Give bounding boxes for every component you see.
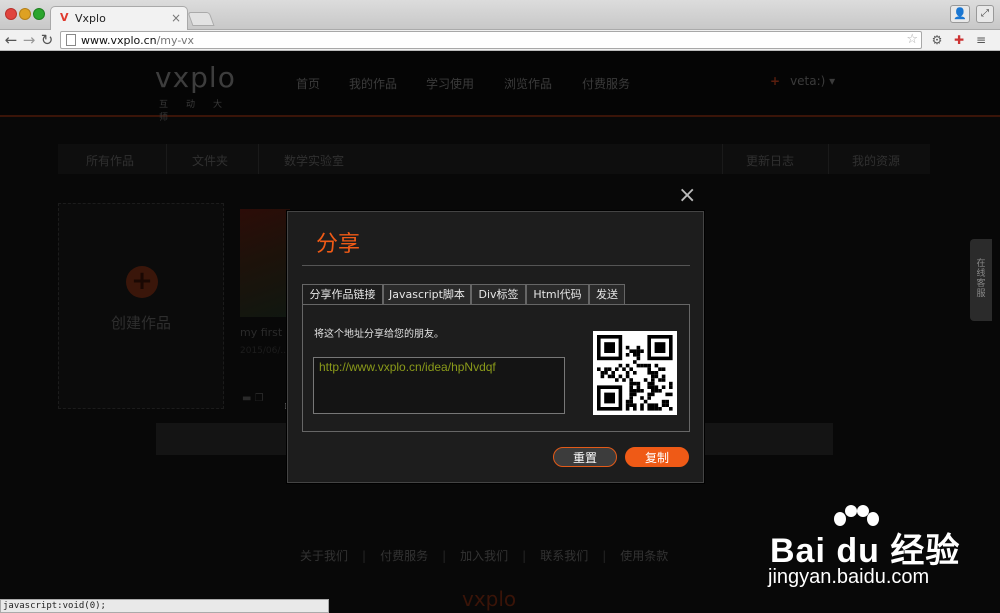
new-tab-button[interactable]: [187, 12, 215, 26]
site-logo[interactable]: vxplo 互动大师: [155, 61, 257, 123]
page-icon: [66, 34, 76, 46]
nav-home[interactable]: 首页: [296, 75, 320, 92]
status-bar: javascript:void(0);: [0, 599, 329, 613]
divider: [302, 265, 690, 266]
person-icon: 👤: [953, 7, 967, 20]
sub-nav: 所有作品 文件夹 数学实验室 更新日志 我的资源: [58, 144, 930, 174]
copy-icon[interactable]: ❐: [255, 393, 264, 404]
tab-share-link[interactable]: 分享作品链接: [302, 284, 383, 304]
user-name: veta:): [790, 74, 826, 88]
work-thumbnail[interactable]: [240, 209, 290, 317]
subnav-folder[interactable]: 文件夹: [192, 152, 228, 169]
work-date: 2015/06/...: [240, 346, 290, 356]
browser-toolbar: ← → ↻ www.vxplo.cn/my-vx ☆ ⚙ ✚ ≡: [0, 30, 1000, 51]
browser-tab-bar: V Vxplo × 👤 ⤢: [0, 0, 1000, 30]
share-link-text: http://www.vxplo.cn/idea/hpNvdqf: [319, 360, 496, 374]
add-circle-icon: +: [126, 266, 158, 298]
menu-icon[interactable]: ≡: [974, 33, 988, 47]
forward-arrow-icon[interactable]: →: [20, 31, 38, 49]
bookmark-star-icon[interactable]: ☆: [906, 32, 918, 47]
nav-my-works[interactable]: 我的作品: [349, 75, 397, 92]
footer-about[interactable]: 关于我们: [300, 549, 348, 563]
subnav-math-lab[interactable]: 数学实验室: [284, 152, 344, 169]
vxplo-favicon-icon: V: [60, 11, 69, 24]
fullscreen-icon[interactable]: ⤢: [976, 5, 994, 23]
subnav-changelog[interactable]: 更新日志: [746, 152, 794, 169]
browser-tab[interactable]: V Vxplo ×: [50, 6, 188, 30]
work-actions: ▬ ❐: [242, 393, 264, 404]
online-support-tab[interactable]: 在线客服: [970, 239, 992, 321]
footer-contact[interactable]: 联系我们: [540, 549, 588, 563]
nav-learn[interactable]: 学习使用: [426, 75, 474, 92]
url-text: www.vxplo.cn/my-vx: [81, 34, 195, 47]
footer-paid[interactable]: 付费服务: [380, 549, 428, 563]
zoom-window-button[interactable]: [33, 8, 45, 20]
site-header: vxplo 互动大师 首页 我的作品 学习使用 浏览作品 付费服务 + veta:…: [0, 51, 1000, 123]
subnav-my-resources[interactable]: 我的资源: [852, 152, 900, 169]
close-window-button[interactable]: [5, 8, 17, 20]
address-bar[interactable]: www.vxplo.cn/my-vx ☆: [60, 31, 922, 49]
dialog-title: 分享: [316, 232, 361, 257]
create-work-card[interactable]: + 创建作品: [58, 203, 224, 409]
tab-send[interactable]: 发送: [589, 284, 625, 304]
reset-button[interactable]: 重置: [553, 447, 617, 467]
reload-icon[interactable]: ↻: [38, 31, 56, 49]
folder-icon[interactable]: ▬: [242, 393, 251, 404]
share-link-field[interactable]: http://www.vxplo.cn/idea/hpNvdqf: [313, 357, 565, 414]
share-hint: 将这个地址分享给您的朋友。: [314, 329, 444, 340]
watermark-url: jingyan.baidu.com: [768, 566, 930, 588]
work-title[interactable]: my first p: [240, 326, 293, 339]
extension-puzzle-icon[interactable]: ✚: [952, 33, 966, 47]
subnav-all-works[interactable]: 所有作品: [86, 152, 134, 169]
tab-title: Vxplo: [75, 12, 106, 25]
footer-join[interactable]: 加入我们: [460, 549, 508, 563]
tab-close-icon[interactable]: ×: [171, 11, 181, 25]
chevron-down-icon: ▾: [829, 74, 836, 88]
plus-icon: +: [770, 74, 781, 88]
user-menu[interactable]: + veta:) ▾: [770, 74, 835, 88]
create-work-label: 创建作品: [110, 314, 171, 332]
profile-button[interactable]: 👤: [950, 5, 970, 23]
qr-code: [593, 331, 677, 415]
share-panel: 将这个地址分享给您的朋友。 http://www.vxplo.cn/idea/h…: [302, 304, 690, 432]
footer-terms[interactable]: 使用条款: [620, 549, 668, 563]
close-icon[interactable]: ×: [678, 185, 696, 207]
nav-browse[interactable]: 浏览作品: [504, 75, 552, 92]
back-arrow-icon[interactable]: ←: [2, 31, 20, 49]
watermark-logo: Bai du 经验: [770, 532, 961, 570]
tab-javascript[interactable]: Javascript脚本: [383, 284, 471, 304]
nav-paid[interactable]: 付费服务: [582, 75, 630, 92]
share-dialog: 分享 分享作品链接 Javascript脚本 Div标签 Html代码 发送 将…: [287, 211, 704, 483]
copy-button[interactable]: 复制: [625, 447, 689, 467]
footer-logo: vxplo: [462, 587, 517, 611]
minimize-window-button[interactable]: [19, 8, 31, 20]
footer-links: 关于我们 | 付费服务 | 加入我们 | 联系我们 | 使用条款: [300, 549, 669, 563]
tab-html[interactable]: Html代码: [526, 284, 589, 304]
tab-div[interactable]: Div标签: [471, 284, 526, 304]
extension-gear-icon[interactable]: ⚙: [930, 33, 944, 47]
